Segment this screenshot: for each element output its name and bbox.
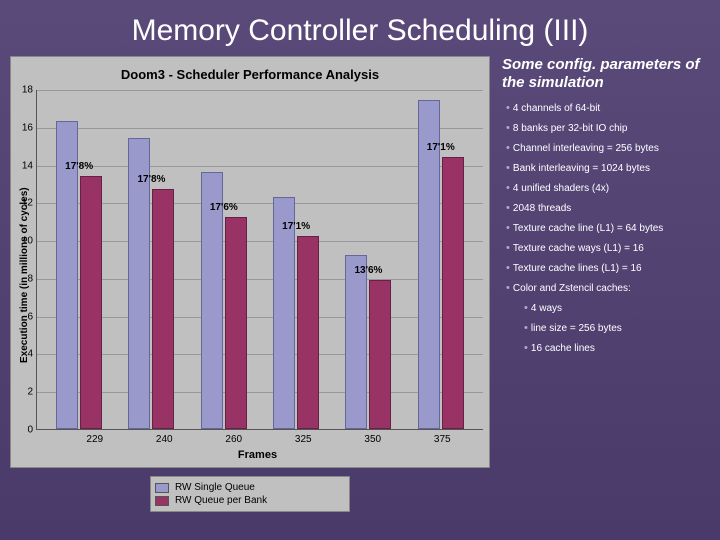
bullet-item: Texture cache line (L1) = 64 bytes: [502, 218, 704, 238]
bullet-sub-item: 4 ways: [502, 298, 704, 318]
bullet-sub-item: line size = 256 bytes: [502, 318, 704, 338]
y-tick: 0: [15, 425, 33, 436]
bar-perbank: [225, 217, 247, 429]
bars-container: 17'8% 17'8% 17'6% 17'1% 13'6% 17'1%: [37, 90, 483, 429]
legend-item-perbank: RW Queue per Bank: [155, 494, 345, 507]
swatch-icon: [155, 483, 169, 493]
bar-perbank: [442, 157, 464, 429]
data-label: 17'8%: [137, 174, 165, 185]
side-panel: Some config. parameters of the simulatio…: [490, 56, 710, 512]
data-label: 17'8%: [65, 161, 93, 172]
plot-wrap: Execution time (in millions of cycles) 0…: [17, 90, 483, 461]
bullet-sub-item: 16 cache lines: [502, 338, 704, 358]
content-row: Doom3 - Scheduler Performance Analysis E…: [0, 56, 720, 512]
bullet-item: 2048 threads: [502, 198, 704, 218]
chart-panel: Doom3 - Scheduler Performance Analysis E…: [10, 56, 490, 468]
bar-single: [345, 255, 367, 429]
y-tick: 8: [15, 273, 33, 284]
y-tick: 2: [15, 387, 33, 398]
legend-label: RW Single Queue: [175, 482, 255, 493]
swatch-icon: [155, 496, 169, 506]
bar-perbank: [80, 176, 102, 429]
chart-title: Doom3 - Scheduler Performance Analysis: [17, 63, 483, 90]
x-ticks: 229 240 260 325 350 375: [32, 430, 483, 445]
bullet-item: 8 banks per 32-bit IO chip: [502, 118, 704, 138]
bullet-item: Color and Zstencil caches:: [502, 278, 704, 298]
x-tick: 375: [412, 434, 472, 445]
y-tick: 4: [15, 349, 33, 360]
x-tick: 350: [343, 434, 403, 445]
bar-perbank: [297, 236, 319, 429]
bullet-item: Channel interleaving = 256 bytes: [502, 138, 704, 158]
x-tick: 260: [204, 434, 264, 445]
x-tick: 229: [65, 434, 125, 445]
bar-perbank: [369, 280, 391, 429]
bullet-list: 4 channels of 64-bit8 banks per 32-bit I…: [502, 98, 704, 358]
legend: RW Single Queue RW Queue per Bank: [150, 476, 350, 512]
data-label: 13'6%: [354, 265, 382, 276]
y-tick: 16: [15, 122, 33, 133]
data-label: 17'1%: [282, 221, 310, 232]
bar-group: 17'1%: [266, 197, 326, 429]
y-tick: 18: [15, 85, 33, 96]
x-axis-label: Frames: [32, 445, 483, 461]
slide-title: Memory Controller Scheduling (III): [0, 0, 720, 56]
bar-group: 13'6%: [338, 255, 398, 429]
x-tick: 240: [134, 434, 194, 445]
y-tick: 6: [15, 311, 33, 322]
bullet-item: 4 channels of 64-bit: [502, 98, 704, 118]
bar-group: 17'1%: [411, 100, 471, 429]
bar-group: 17'6%: [194, 172, 254, 429]
chart-column: Doom3 - Scheduler Performance Analysis E…: [10, 56, 490, 512]
x-tick: 325: [273, 434, 333, 445]
bullet-item: Texture cache lines (L1) = 16: [502, 258, 704, 278]
y-tick: 14: [15, 160, 33, 171]
side-title: Some config. parameters of the simulatio…: [502, 56, 704, 92]
y-tick: 10: [15, 236, 33, 247]
bar-group: 17'8%: [49, 121, 109, 429]
data-label: 17'6%: [210, 202, 238, 213]
legend-item-single: RW Single Queue: [155, 481, 345, 494]
y-tick: 12: [15, 198, 33, 209]
bar-perbank: [152, 189, 174, 429]
data-label: 17'1%: [427, 142, 455, 153]
plot-area: 02468101214161817'8%17'8%17'6%17'1%13'6%…: [36, 90, 483, 430]
bullet-item: Bank interleaving = 1024 bytes: [502, 158, 704, 178]
bullet-item: 4 unified shaders (4x): [502, 178, 704, 198]
legend-label: RW Queue per Bank: [175, 495, 267, 506]
bullet-item: Texture cache ways (L1) = 16: [502, 238, 704, 258]
bar-group: 17'8%: [121, 138, 181, 429]
